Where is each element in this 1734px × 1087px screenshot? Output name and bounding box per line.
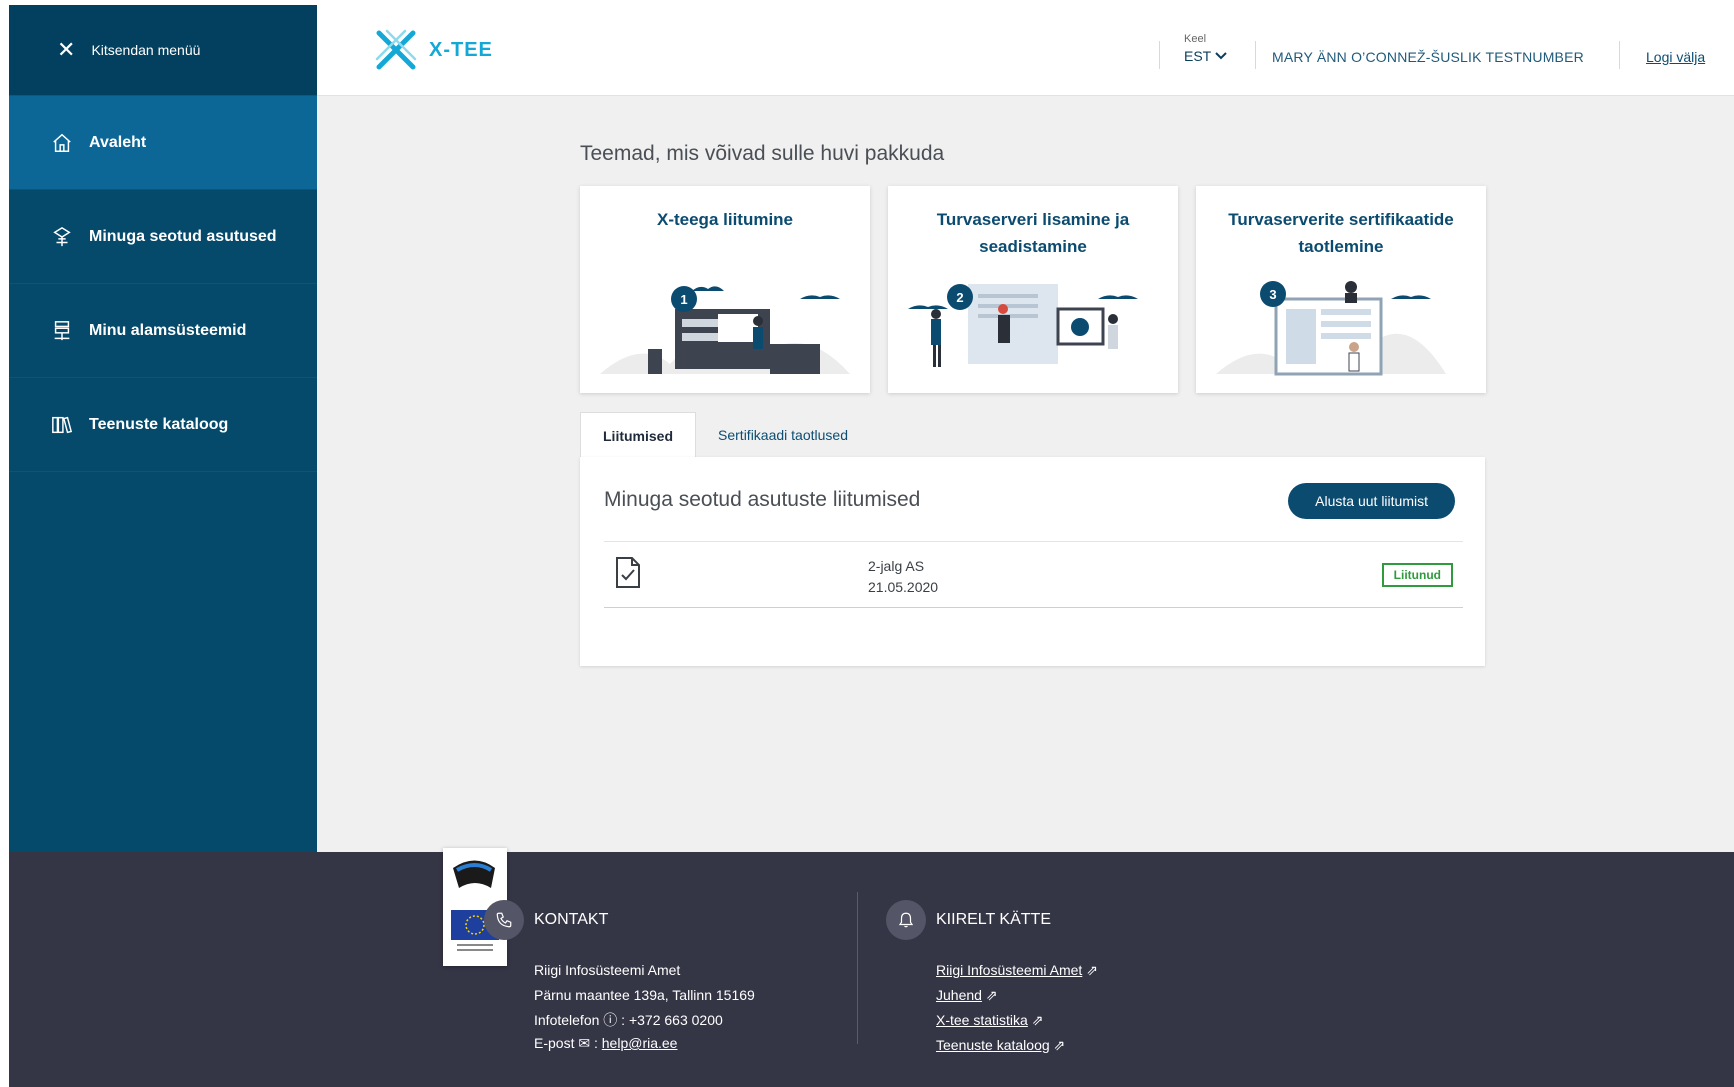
email-link[interactable]: help@ria.ee bbox=[602, 1035, 678, 1051]
topic-card-joining[interactable]: X-teega liitumine 1 bbox=[580, 186, 870, 393]
phone-label: Infotelefon bbox=[534, 1012, 600, 1028]
joinings-panel: Minuga seotud asutuste liitumised Alusta… bbox=[580, 457, 1485, 666]
topics-title: Teemad, mis võivad sulle huvi pakkuda bbox=[580, 142, 945, 165]
step-number: 2 bbox=[956, 290, 963, 305]
topic-card-title: Turvaserveri lisamine ja seadistamine bbox=[936, 210, 1130, 256]
certificates-illustration: 3 bbox=[1216, 281, 1446, 376]
topic-card-title: X-teega liitumine bbox=[656, 210, 794, 229]
header-divider bbox=[1619, 41, 1620, 69]
phone-icon bbox=[484, 900, 524, 940]
joining-date: 21.05.2020 bbox=[868, 579, 939, 595]
sidebar: ✕ Kitsendan menüü Avaleht Minuga seotud … bbox=[9, 5, 317, 852]
contact-section: KONTAKT Riigi Infosüsteemi Amet Pärnu ma… bbox=[484, 900, 755, 1053]
sidebar-item-home[interactable]: Avaleht bbox=[9, 96, 317, 190]
quick-links-heading: KIIRELT KÄTTE bbox=[936, 911, 1051, 928]
table-row[interactable]: 2-jalg AS 21.05.2020 Liitunud bbox=[604, 541, 1463, 608]
phone-number: +372 663 0200 bbox=[628, 1012, 723, 1028]
external-link-icon: ⇗ bbox=[1031, 1012, 1044, 1028]
sidebar-item-subsystems[interactable]: Minu alamsüsteemid bbox=[9, 284, 317, 378]
security-server-illustration: 2 bbox=[908, 284, 1138, 367]
joining-illustration: 1 bbox=[600, 286, 850, 374]
panel-title: Minuga seotud asutuste liitumised bbox=[604, 488, 921, 511]
tab-certificate-requests[interactable]: Sertifikaadi taotlused bbox=[696, 412, 870, 458]
external-link-icon: ⇗ bbox=[985, 987, 998, 1003]
x-tee-logo[interactable]: X-TEE bbox=[373, 27, 493, 73]
tab-joinings[interactable]: Liitumised bbox=[580, 412, 697, 458]
chevron-down-icon bbox=[1215, 52, 1227, 60]
close-icon: ✕ bbox=[57, 37, 76, 62]
email-label: E-post bbox=[534, 1035, 575, 1051]
topic-card-title: Turvaserverite sertifikaatide taotlemine bbox=[1228, 210, 1454, 256]
header-divider bbox=[1255, 41, 1256, 69]
footer-divider bbox=[857, 892, 858, 1044]
sidebar-item-label: Avaleht bbox=[89, 133, 147, 151]
status-badge: Liitunud bbox=[1381, 563, 1453, 587]
sidebar-item-organizations[interactable]: Minuga seotud asutused bbox=[9, 190, 317, 284]
top-header: X-TEE Keel EST MARY ÄNN O’CONNEŽ-ŠUSLIK … bbox=[317, 5, 1734, 96]
sidebar-item-label: Minuga seotud asutused bbox=[89, 227, 277, 245]
header-divider bbox=[1159, 41, 1160, 69]
step-number: 3 bbox=[1269, 287, 1276, 302]
sidebar-item-catalog[interactable]: Teenuste kataloog bbox=[9, 378, 317, 472]
start-new-joining-button[interactable]: Alusta uut liitumist bbox=[1288, 483, 1455, 519]
link-service-catalog[interactable]: Teenuste kataloog bbox=[936, 1037, 1050, 1053]
collapse-menu-button[interactable]: ✕ Kitsendan menüü bbox=[9, 5, 317, 96]
contact-org: Riigi Infosüsteemi Amet bbox=[534, 962, 681, 978]
mail-icon: ✉ bbox=[578, 1035, 591, 1051]
link-guide[interactable]: Juhend bbox=[936, 987, 982, 1003]
x-tee-logo-icon bbox=[375, 29, 417, 70]
link-statistics[interactable]: X-tee statistika bbox=[936, 1012, 1028, 1028]
bell-icon bbox=[886, 900, 926, 940]
subsystem-icon bbox=[54, 320, 70, 340]
language-select[interactable]: Keel EST bbox=[1184, 33, 1227, 64]
catalog-icon bbox=[52, 416, 73, 433]
organization-icon bbox=[53, 226, 71, 246]
contact-address: Pärnu maantee 139a, Tallinn 15169 bbox=[534, 987, 755, 1003]
language-value: EST bbox=[1184, 48, 1212, 64]
document-check-icon bbox=[616, 557, 640, 588]
topic-card-security-server[interactable]: Turvaserveri lisamine ja seadistamine 2 bbox=[888, 186, 1178, 393]
user-name: MARY ÄNN O’CONNEŽ-ŠUSLIK TESTNUMBER bbox=[1272, 49, 1584, 65]
collapse-menu-label: Kitsendan menüü bbox=[91, 42, 201, 58]
topic-card-certificates[interactable]: Turvaserverite sertifikaatide taotlemine… bbox=[1196, 186, 1486, 393]
quick-links-section: KIIRELT KÄTTE Riigi Infosüsteemi Amet ⇗ … bbox=[886, 900, 1098, 1058]
contact-heading: KONTAKT bbox=[534, 911, 609, 928]
language-label: Keel bbox=[1184, 33, 1207, 45]
footer: KONTAKT Riigi Infosüsteemi Amet Pärnu ma… bbox=[9, 848, 1734, 1087]
logout-link[interactable]: Logi välja bbox=[1646, 49, 1705, 65]
app-frame: ✕ Kitsendan menüü Avaleht Minuga seotud … bbox=[9, 5, 1734, 1087]
info-icon: ⓘ bbox=[603, 1012, 618, 1028]
link-ria[interactable]: Riigi Infosüsteemi Amet bbox=[936, 962, 1082, 978]
step-number: 1 bbox=[680, 292, 687, 307]
sidebar-item-label: Teenuste kataloog bbox=[89, 415, 229, 433]
tab-bar: Liitumised Sertifikaadi taotlused bbox=[580, 412, 870, 458]
logo-text: X-TEE bbox=[429, 38, 493, 61]
external-link-icon: ⇗ bbox=[1086, 962, 1098, 978]
external-link-icon: ⇗ bbox=[1053, 1037, 1066, 1053]
home-icon bbox=[53, 133, 71, 152]
sidebar-item-label: Minu alamsüsteemid bbox=[89, 321, 247, 339]
organization-name: 2-jalg AS bbox=[868, 558, 925, 574]
